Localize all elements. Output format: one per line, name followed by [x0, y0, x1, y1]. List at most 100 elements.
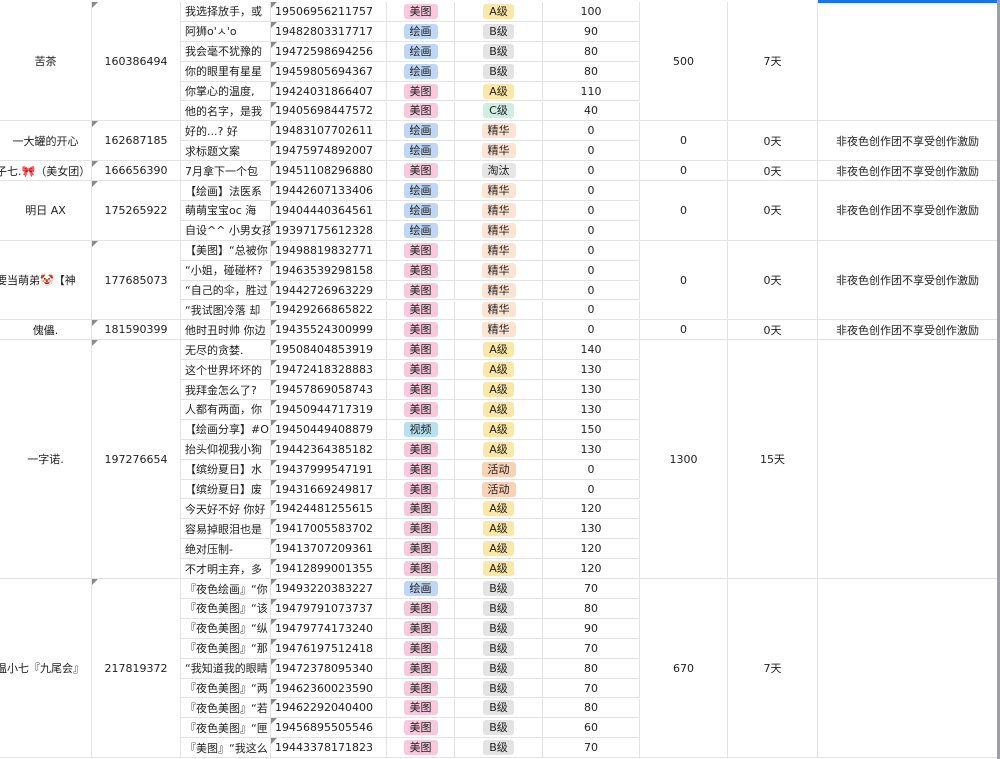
post-link-cell[interactable]: 19472378095340	[271, 658, 387, 679]
total-score-cell[interactable]: 1300	[640, 340, 728, 580]
category-cell[interactable]: 美图	[387, 81, 455, 102]
score-cell[interactable]: 130	[543, 360, 640, 381]
post-link-cell[interactable]: 19397175612328	[271, 220, 387, 241]
grade-cell[interactable]: A级	[455, 419, 543, 440]
category-cell[interactable]: 绘画	[387, 181, 455, 201]
category-cell[interactable]: 绘画	[387, 141, 455, 162]
post-link-cell[interactable]: 19479774173240	[271, 618, 387, 639]
grade-cell[interactable]: 活动	[455, 479, 543, 500]
note-cell[interactable]: 非夜色创作团不享受创作激励	[818, 181, 998, 241]
score-cell[interactable]: 130	[543, 400, 640, 420]
grade-cell[interactable]: A级	[455, 559, 543, 580]
grade-cell[interactable]: B级	[455, 599, 543, 619]
score-cell[interactable]: 130	[543, 380, 640, 400]
grade-cell[interactable]: A级	[455, 2, 543, 22]
post-link-cell[interactable]: 19475974892007	[271, 141, 387, 162]
reward-days-cell[interactable]: 0天	[728, 240, 818, 321]
category-cell[interactable]: 美图	[387, 260, 455, 281]
category-cell[interactable]: 绘画	[387, 579, 455, 599]
post-link-cell[interactable]: 19431669249817	[271, 479, 387, 500]
total-score-cell[interactable]: 0	[640, 121, 728, 162]
grade-cell[interactable]: A级	[455, 380, 543, 400]
post-link-cell[interactable]: 19405698447572	[271, 101, 387, 122]
post-title-cell[interactable]: 这个世界坏坏的	[181, 360, 271, 381]
post-title-cell[interactable]: 萌萌宝宝oc 海	[181, 201, 271, 221]
post-link-cell[interactable]: 19493220383227	[271, 579, 387, 599]
reward-days-cell[interactable]: 0天	[728, 181, 818, 241]
reward-days-cell[interactable]: 0天	[728, 121, 818, 162]
grade-cell[interactable]: B级	[455, 698, 543, 719]
post-title-cell[interactable]: 抬头仰视我小狗	[181, 439, 271, 460]
post-link-cell[interactable]: 19476197512418	[271, 638, 387, 659]
note-cell[interactable]	[818, 579, 998, 759]
author-id-cell[interactable]: 177685073	[92, 240, 181, 321]
grade-cell[interactable]: 精华	[455, 240, 543, 261]
category-cell[interactable]: 美图	[387, 101, 455, 122]
grade-cell[interactable]: 精华	[455, 201, 543, 221]
grade-cell[interactable]: A级	[455, 439, 543, 460]
grade-cell[interactable]: A级	[455, 519, 543, 540]
post-title-cell[interactable]: 『夜色绘画』“你	[181, 579, 271, 599]
post-link-cell[interactable]: 19443378171823	[271, 738, 387, 759]
score-cell[interactable]: 90	[543, 618, 640, 639]
post-title-cell[interactable]: 求标题文案	[181, 141, 271, 162]
category-cell[interactable]: 美图	[387, 718, 455, 739]
total-score-cell[interactable]: 0	[640, 161, 728, 182]
post-title-cell[interactable]: 好的...? 好	[181, 121, 271, 142]
category-cell[interactable]: 绘画	[387, 61, 455, 82]
post-title-cell[interactable]: “我试图冷落 却	[181, 300, 271, 321]
score-cell[interactable]: 70	[543, 638, 640, 659]
category-cell[interactable]: 美图	[387, 738, 455, 759]
category-cell[interactable]: 美图	[387, 698, 455, 719]
grade-cell[interactable]: 淘汰	[455, 161, 543, 182]
note-cell[interactable]	[818, 340, 998, 580]
total-score-cell[interactable]: 0	[640, 320, 728, 341]
category-cell[interactable]: 美图	[387, 479, 455, 500]
post-link-cell[interactable]: 19424481255615	[271, 499, 387, 520]
grade-cell[interactable]: 精华	[455, 121, 543, 142]
category-cell[interactable]: 美图	[387, 459, 455, 480]
spreadsheet-grid[interactable]: 苦茶 160386494 500 7天 我选择放手，或 19506956211757 美图 A…	[0, 0, 1000, 759]
score-cell[interactable]: 0	[543, 260, 640, 281]
score-cell[interactable]: 0	[543, 141, 640, 162]
note-cell[interactable]: 非夜色创作团不享受创作激励	[818, 320, 998, 341]
post-title-cell[interactable]: 『夜色美图』“匣	[181, 718, 271, 739]
post-link-cell[interactable]: 19424031866407	[271, 81, 387, 102]
category-cell[interactable]: 美图	[387, 340, 455, 361]
score-cell[interactable]: 120	[543, 539, 640, 560]
post-link-cell[interactable]: 19472598694256	[271, 41, 387, 62]
score-cell[interactable]: 0	[543, 320, 640, 341]
author-id-cell[interactable]: 160386494	[92, 2, 181, 122]
score-cell[interactable]: 0	[543, 181, 640, 201]
grade-cell[interactable]: B级	[455, 638, 543, 659]
author-id-cell[interactable]: 166656390	[92, 161, 181, 182]
grade-cell[interactable]: B级	[455, 41, 543, 62]
grade-cell[interactable]: A级	[455, 400, 543, 420]
post-title-cell[interactable]: 【缤纷夏日】废	[181, 479, 271, 500]
post-title-cell[interactable]: 无尽的贪婪.	[181, 340, 271, 361]
author-name-cell[interactable]: 子七.🎀（美女团）	[0, 161, 92, 182]
post-link-cell[interactable]: 19506956211757	[271, 2, 387, 22]
post-link-cell[interactable]: 19429266865822	[271, 300, 387, 321]
total-score-cell[interactable]: 500	[640, 2, 728, 122]
grade-cell[interactable]: B级	[455, 618, 543, 639]
score-cell[interactable]: 150	[543, 419, 640, 440]
score-cell[interactable]: 80	[543, 61, 640, 82]
grade-cell[interactable]: 精华	[455, 300, 543, 321]
post-link-cell[interactable]: 19417005583702	[271, 519, 387, 540]
post-title-cell[interactable]: 我拜金怎么了?	[181, 380, 271, 400]
category-cell[interactable]: 美图	[387, 618, 455, 639]
grade-cell[interactable]: A级	[455, 499, 543, 520]
post-link-cell[interactable]: 19442726963229	[271, 280, 387, 301]
author-name-cell[interactable]: 苦茶	[0, 2, 92, 122]
score-cell[interactable]: 80	[543, 41, 640, 62]
total-score-cell[interactable]: 0	[640, 240, 728, 321]
grade-cell[interactable]: C级	[455, 101, 543, 122]
grade-cell[interactable]: 精华	[455, 141, 543, 162]
score-cell[interactable]: 60	[543, 718, 640, 739]
category-cell[interactable]: 美图	[387, 240, 455, 261]
post-link-cell[interactable]: 19450449408879	[271, 419, 387, 440]
score-cell[interactable]: 130	[543, 439, 640, 460]
author-id-cell[interactable]: 217819372	[92, 579, 181, 759]
post-link-cell[interactable]: 19412899001355	[271, 559, 387, 580]
